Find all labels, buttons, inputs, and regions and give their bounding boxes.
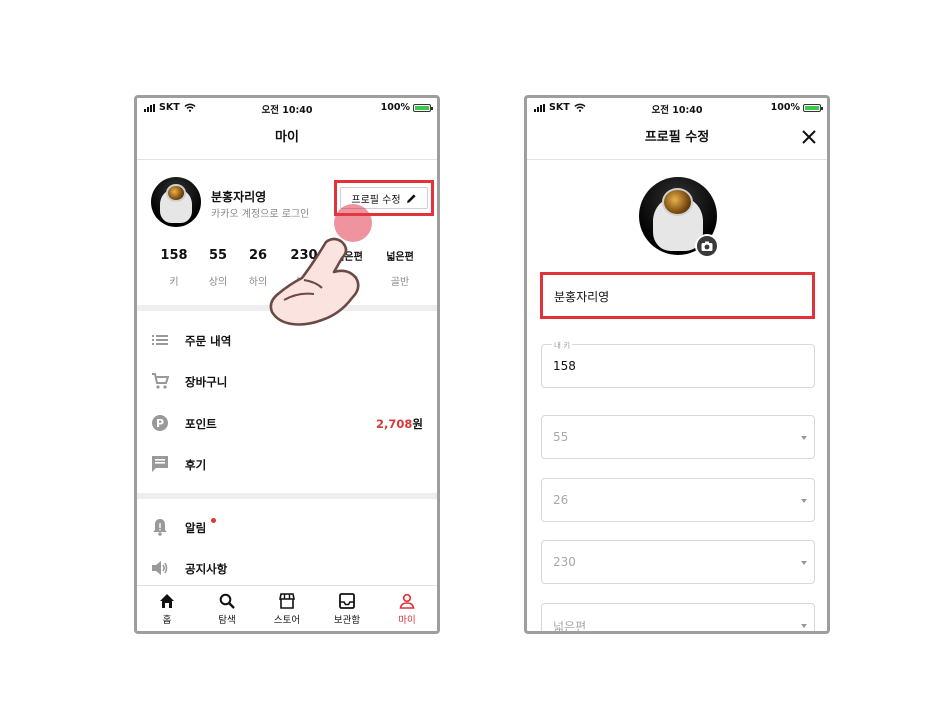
tab-home[interactable]: 홈 (137, 586, 197, 631)
height-value: 158 (553, 359, 576, 373)
points-balance: 2,708원 (376, 417, 423, 431)
page-title: 프로필 수정 (644, 130, 710, 145)
pointing-hand-icon (269, 237, 360, 326)
top-size-select[interactable]: 55 (541, 415, 815, 459)
menu-label: 장바구니 (185, 375, 228, 389)
comment-icon (152, 456, 168, 472)
bottom-size-value: 26 (553, 493, 569, 507)
tab-search[interactable]: 탐색 (197, 586, 257, 631)
status-bar: SKT 오전 10:40 100% (527, 98, 827, 118)
inbox-icon (339, 593, 355, 609)
store-icon (279, 593, 295, 609)
menu-label: 알림 (185, 521, 207, 535)
header-divider (137, 159, 437, 160)
menu-notices[interactable]: 공지사항 (137, 553, 437, 583)
menu-label: 주문 내역 (185, 334, 232, 348)
tab-my[interactable]: 마이 (377, 586, 437, 631)
search-icon (219, 593, 235, 609)
battery-percent: 100% (770, 102, 800, 113)
menu-cart[interactable]: 장바구니 (137, 366, 437, 396)
speaker-icon (152, 561, 168, 575)
header-divider (527, 159, 827, 160)
profile-name: 분홍자리영 (211, 190, 267, 204)
battery-percent: 100% (380, 102, 410, 113)
page-title: 마이 (275, 130, 299, 145)
tab-store[interactable]: 스토어 (257, 586, 317, 631)
bottom-size-select[interactable]: 26 (541, 478, 815, 522)
change-photo-button[interactable] (695, 234, 719, 258)
tab-label: 스토어 (273, 615, 301, 626)
menu-label: 포인트 (185, 417, 217, 431)
close-icon[interactable] (801, 129, 817, 145)
chevron-down-icon (801, 436, 807, 440)
list-icon (152, 335, 168, 345)
tab-label: 탐색 (218, 615, 236, 626)
unread-dot (211, 518, 216, 523)
status-bar: SKT 오전 10:40 100% (137, 98, 437, 118)
bottom-tab-bar: 홈 탐색 스토어 보관함 마이 (137, 585, 437, 631)
shoe-size-value: 230 (553, 555, 576, 569)
menu-label: 후기 (185, 458, 207, 472)
home-icon (160, 594, 174, 608)
section-divider (137, 493, 437, 499)
my-page-screen: SKT 오전 10:40 100% 마이 분홍자리영 카카오 계정으로 로그인 … (134, 95, 440, 634)
login-method: 카카오 계정으로 로그인 (211, 209, 310, 220)
profile-edit-screen: SKT 오전 10:40 100% 프로필 수정 분홍자리영 내 키 158 5… (524, 95, 830, 634)
chevron-down-icon (801, 499, 807, 503)
bell-icon (153, 519, 167, 536)
nickname-value: 분홍자리영 (554, 290, 610, 304)
tab-label: 마이 (398, 615, 416, 626)
chevron-down-icon (801, 561, 807, 565)
height-field-label: 내 키 (552, 340, 573, 351)
stat-height: 158 키 (160, 248, 188, 288)
tab-label: 보관함 (333, 615, 361, 626)
tab-archive[interactable]: 보관함 (317, 586, 377, 631)
battery-icon (803, 103, 823, 112)
top-size-value: 55 (553, 430, 569, 444)
svg-text:P: P (156, 417, 164, 430)
menu-notifications[interactable]: 알림 (137, 512, 437, 542)
shoe-size-select[interactable]: 230 (541, 540, 815, 584)
height-field[interactable]: 내 키 158 (541, 340, 815, 388)
camera-icon (701, 241, 713, 251)
shoulder-select[interactable]: 넓은편 (541, 603, 815, 634)
cart-icon (152, 373, 169, 389)
battery-icon (413, 103, 433, 112)
shoulder-value: 넓은편 (553, 620, 587, 634)
menu-points[interactable]: P 포인트 2,708원 (137, 408, 437, 438)
point-icon: P (152, 415, 168, 431)
tab-label: 홈 (162, 615, 172, 626)
avatar (151, 177, 201, 227)
nickname-field[interactable]: 분홍자리영 (540, 272, 815, 319)
menu-label: 공지사항 (185, 562, 228, 576)
person-icon (399, 593, 415, 609)
chevron-down-icon (801, 624, 807, 628)
menu-reviews[interactable]: 후기 (137, 449, 437, 479)
